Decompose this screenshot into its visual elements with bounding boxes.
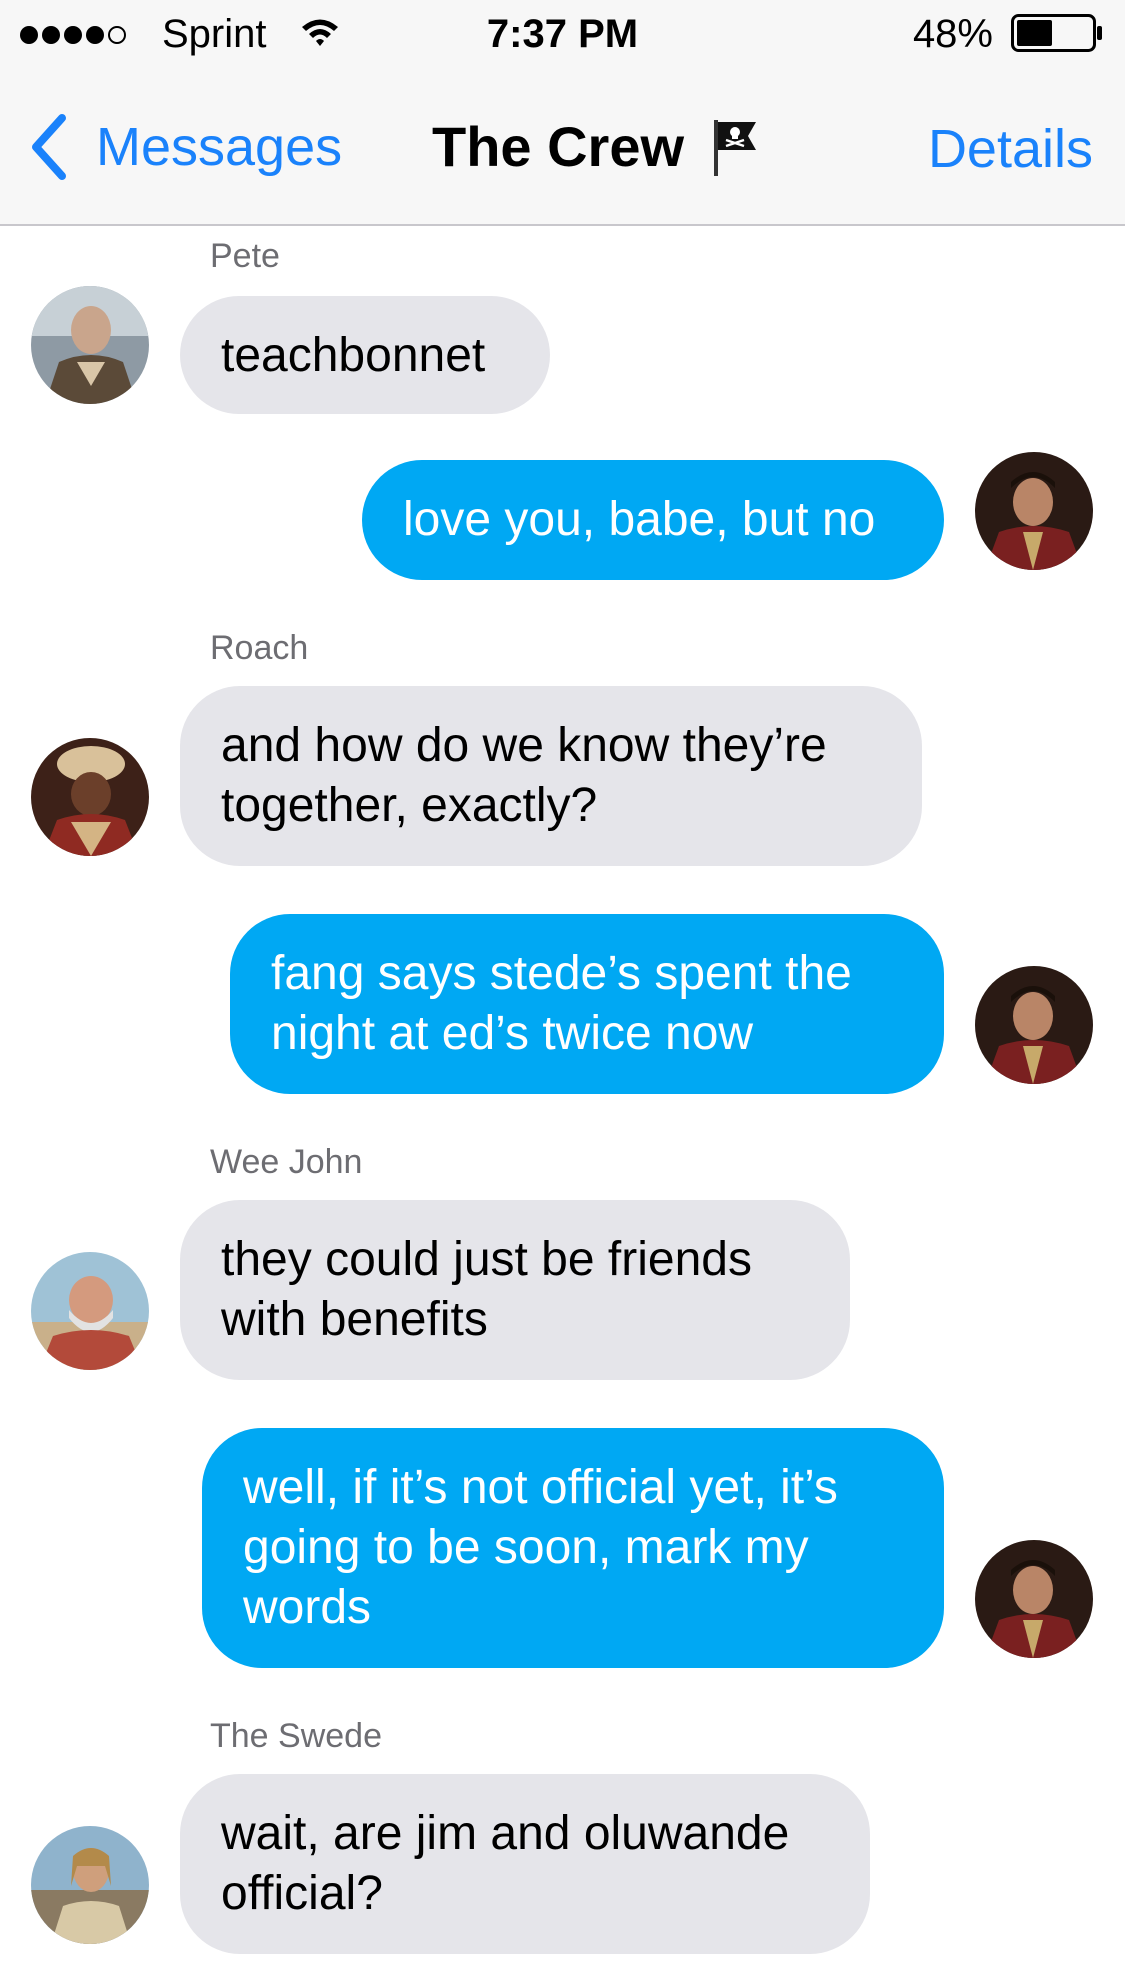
message-text: well, if it’s not official yet, it’s [243, 1461, 838, 1514]
message-text: love you, babe, but no [403, 493, 876, 546]
battery-icon [1011, 14, 1102, 52]
message-bubble-outgoing[interactable]: love you, babe, but no [362, 460, 944, 580]
avatar-self[interactable] [975, 966, 1093, 1084]
message-bubble-outgoing[interactable]: fang says stede’s spent the night at ed’… [230, 914, 944, 1094]
sender-name: Roach [210, 629, 309, 667]
avatar-wee-john[interactable] [31, 1252, 149, 1370]
back-to-messages-button[interactable]: Messages [28, 112, 342, 182]
pirate-flag-icon [714, 120, 756, 176]
status-bar: Sprint 7:37 PM 48% [0, 0, 1125, 66]
message-text: and how do we know they’re [221, 719, 827, 772]
battery-percentage: 48% [912, 12, 993, 56]
avatar-self[interactable] [975, 452, 1093, 570]
avatar-pete[interactable] [31, 286, 149, 404]
avatar-self[interactable] [975, 1540, 1093, 1658]
message-bubble-incoming[interactable]: they could just be friends with benefits [180, 1200, 850, 1380]
sender-name: The Swede [210, 1717, 382, 1755]
message-bubble-outgoing[interactable]: well, if it’s not official yet, it’s goi… [202, 1428, 944, 1668]
message-text: fang says stede’s spent the [271, 947, 852, 1000]
message-text: together, exactly? [221, 779, 598, 832]
avatar-the-swede[interactable] [31, 1826, 149, 1944]
avatar-roach[interactable] [31, 738, 149, 856]
chevron-left-icon [32, 114, 66, 180]
message-text: teachbonnet [221, 329, 486, 382]
message-text: night at ed’s twice now [271, 1007, 754, 1060]
message-text: wait, are jim and oluwande [221, 1807, 790, 1860]
message-text: they could just be friends [221, 1233, 752, 1286]
message-bubble-incoming[interactable]: wait, are jim and oluwande official? [180, 1774, 870, 1954]
conversation-title: The Crew [432, 115, 685, 178]
sender-name: Wee John [210, 1143, 363, 1181]
message-text: official? [221, 1867, 383, 1920]
message-text: with benefits [221, 1293, 488, 1346]
back-button-label: Messages [96, 117, 343, 177]
message-text: words [243, 1581, 372, 1634]
navigation-bar: Messages The Crew Details [0, 66, 1125, 226]
message-bubble-incoming[interactable]: and how do we know they’re together, exa… [180, 686, 922, 866]
message-bubble-incoming[interactable]: teachbonnet [180, 296, 550, 414]
details-button[interactable]: Details [928, 116, 1093, 182]
message-text: going to be soon, mark my [243, 1521, 809, 1574]
sender-name: Pete [210, 237, 280, 275]
